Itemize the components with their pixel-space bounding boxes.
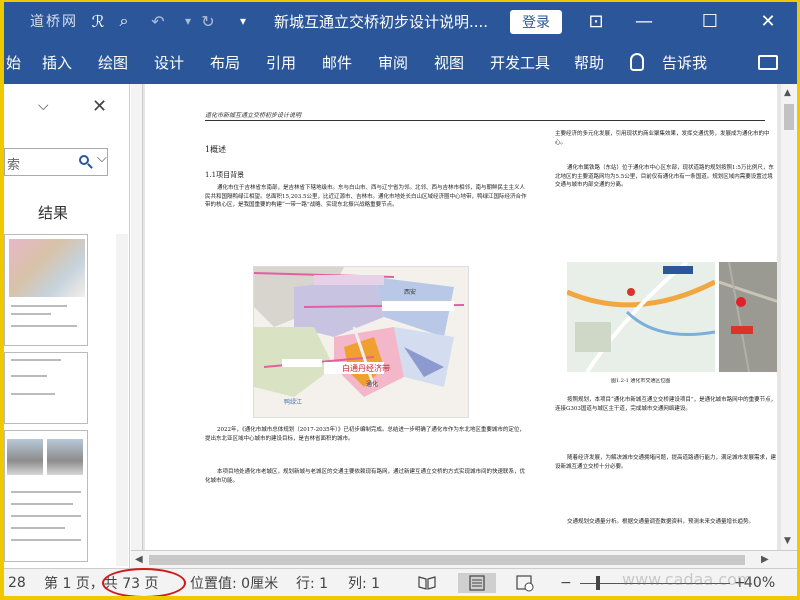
paragraph: 主要经济的多元化发展，引用现状的商业聚集效果，发挥交通优势，发展成为通化市的中心… <box>555 131 770 146</box>
column-info: 列: 1 <box>348 576 381 592</box>
satellite-map-image <box>719 262 777 372</box>
paragraph: 交通规划交通量分析。根据交通量调查数据资料，预测未来交通量增长趋势。 <box>567 519 755 525</box>
tab-draw[interactable]: 绘图 <box>98 40 128 84</box>
customize-icon[interactable]: ▾ <box>229 2 257 40</box>
login-button[interactable]: 登录 <box>510 10 562 34</box>
scroll-left-icon[interactable]: ◀ <box>135 554 143 565</box>
thumbnail-photo <box>7 439 43 475</box>
vertical-ruler <box>131 84 143 568</box>
heading-1: 1概述 <box>205 145 227 154</box>
navigation-pane: ⌵ ✕ 索 ⌵ 结果 <box>4 84 130 568</box>
tab-references[interactable]: 引用 <box>266 40 296 84</box>
results-tab[interactable]: 结果 <box>38 202 68 223</box>
paragraph: 通化市属铁路（东站）位于通化市中心区东部，现状道路的规划按照1:5万比例尺，东北… <box>555 165 774 189</box>
print-preview-icon[interactable]: ⌕ <box>110 2 138 40</box>
paragraph: 通化市位于吉林省东南部，是吉林省下辖地级市。东与白山市、西与辽宁省为邻。北邻、西… <box>205 185 527 209</box>
site-logo: 道桥网 <box>30 14 78 30</box>
page-thumbnail[interactable] <box>4 430 88 562</box>
comment-icon[interactable] <box>758 55 778 70</box>
tab-mailings[interactable]: 邮件 <box>322 40 352 84</box>
print-layout-icon[interactable] <box>458 573 496 593</box>
thumbnail-map-image <box>9 239 85 297</box>
page-thumbnail[interactable] <box>4 234 88 346</box>
read-mode-icon[interactable] <box>416 573 438 593</box>
paragraph: 随着经济发展，为解决城市交通拥堵问题，提高道路通行能力，满足城市发展需求，建设新… <box>555 455 777 470</box>
scroll-thumb[interactable] <box>784 104 794 130</box>
map-label: 通化 <box>366 381 379 388</box>
tab-layout[interactable]: 布局 <box>210 40 240 84</box>
paragraph: 按照规划，本项目“通化市新城互通立交桥建设项目”，是通化城市路网中的重要节点，连… <box>555 397 777 412</box>
minimize-icon[interactable]: — <box>624 2 664 40</box>
page-thumbnails <box>4 234 116 564</box>
line-info: 行: 1 <box>296 576 329 592</box>
tab-developer[interactable]: 开发工具 <box>490 40 550 84</box>
title-bar: 道桥网 ℛ ⌕ ↶ ▾ ↻ ▾ 新城互通立交桥初步设计说明.... 登录 ⊡ —… <box>4 2 797 40</box>
tab-design[interactable]: 设计 <box>154 40 184 84</box>
location-map-image: 白通丹经济带 通化 鸭绿江 西安 <box>253 266 469 418</box>
page-header: 道化市新城互通立交桥初步设计说明 <box>205 112 302 119</box>
tab-view[interactable]: 视图 <box>434 40 464 84</box>
document-area: 道化市新城互通立交桥初步设计说明 1概述 1.1项目背景 通化市位于吉林省东南部… <box>131 84 797 568</box>
page-thumbnail[interactable] <box>4 352 88 424</box>
tab-home[interactable]: 始 <box>6 40 21 84</box>
scroll-right-icon[interactable]: ▶ <box>761 554 769 565</box>
scroll-down-icon[interactable]: ▼ <box>784 536 791 546</box>
search-placeholder: 索 <box>7 158 21 173</box>
map-label: 白通丹经济带 <box>342 364 390 373</box>
close-icon[interactable]: ✕ <box>92 96 107 117</box>
search-input[interactable]: 索 ⌵ <box>4 148 108 176</box>
zoom-slider-handle[interactable] <box>596 576 600 590</box>
map-label: 西安 <box>404 289 417 296</box>
document-page[interactable]: 道化市新城互通立交桥初步设计说明 1概述 1.1项目背景 通化市位于吉林省东南部… <box>145 84 777 550</box>
horizontal-scrollbar[interactable]: ◀ ▶ <box>131 550 797 568</box>
redo-icon[interactable]: ↻ <box>194 2 222 40</box>
highlight-annotation <box>102 568 186 596</box>
chevron-down-icon[interactable]: ⌵ <box>38 98 49 114</box>
watermark: www.cadaa.com <box>622 570 753 589</box>
spellcheck-icon[interactable]: ℛ <box>84 2 112 40</box>
scroll-thumb[interactable] <box>149 555 745 565</box>
ribbon-tabs: 始 插入 绘图 设计 布局 引用 邮件 审阅 视图 开发工具 帮助 告诉我 <box>4 40 797 84</box>
scroll-up-icon[interactable]: ▲ <box>784 88 791 98</box>
tab-review[interactable]: 审阅 <box>378 40 408 84</box>
word-window: 道桥网 ℛ ⌕ ↶ ▾ ↻ ▾ 新城互通立交桥初步设计说明.... 登录 ⊡ —… <box>4 2 797 596</box>
position-info: 位置值: 0厘米 <box>190 576 279 592</box>
tab-help[interactable]: 帮助 <box>574 40 604 84</box>
figure-caption: 图1.2-1 通化市交通区位图 <box>611 378 671 384</box>
word-count[interactable]: 28 <box>8 569 26 596</box>
undo-icon[interactable]: ↶ <box>144 2 172 40</box>
header-rule <box>205 120 765 121</box>
vertical-scrollbar[interactable]: ▲ ▼ <box>781 84 797 550</box>
zoom-out-icon[interactable]: − <box>560 569 572 596</box>
maximize-icon[interactable]: ☐ <box>690 2 730 40</box>
close-icon[interactable]: ✕ <box>748 2 788 40</box>
map-label: 鸭绿江 <box>284 399 303 406</box>
tell-me-box[interactable]: 告诉我 <box>662 40 707 84</box>
chevron-down-icon[interactable]: ⌵ <box>97 151 107 166</box>
interchange-map-image <box>567 262 715 372</box>
thumbnail-photo <box>47 439 83 475</box>
search-icon[interactable] <box>79 155 89 165</box>
tab-insert[interactable]: 插入 <box>42 40 72 84</box>
lightbulb-icon[interactable] <box>630 53 644 71</box>
paragraph: 本项目地处通化市老城区，规划新城与老城区的交通主要依赖现有路网，通过新建互通立交… <box>205 469 526 484</box>
document-title: 新城互通立交桥初步设计说明.... <box>274 12 489 31</box>
web-layout-icon[interactable] <box>514 573 536 593</box>
nav-scrollbar[interactable] <box>116 234 128 566</box>
ribbon-display-icon[interactable]: ⊡ <box>576 2 616 40</box>
heading-2: 1.1项目背景 <box>205 171 245 179</box>
